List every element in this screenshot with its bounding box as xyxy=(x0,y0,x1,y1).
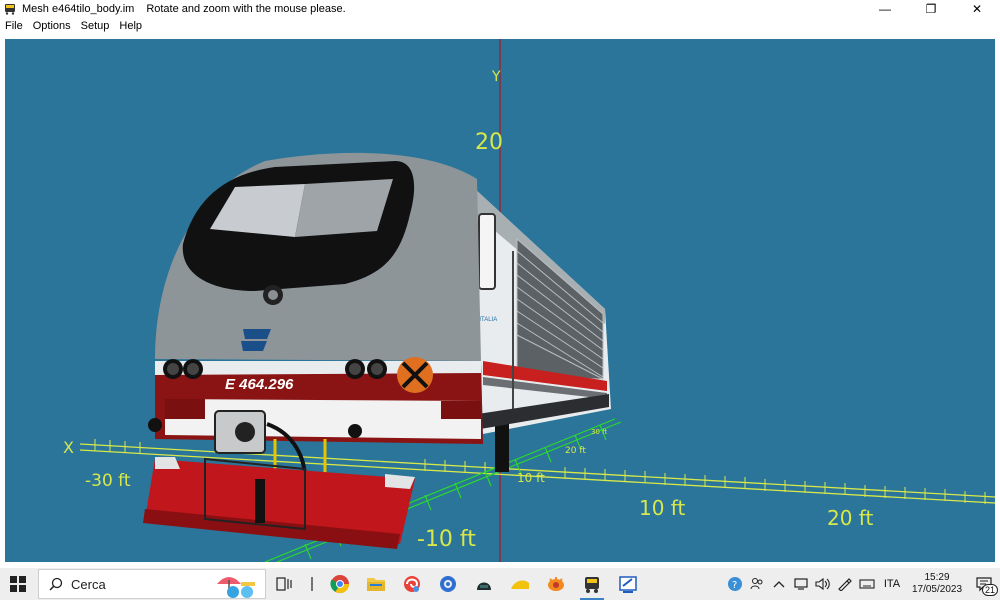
eye-icon xyxy=(548,577,564,591)
locomotive-app-icon xyxy=(5,4,15,15)
z-small-label-b: 20 ft xyxy=(565,446,586,456)
speaker-icon xyxy=(815,577,830,591)
red-app[interactable] xyxy=(394,568,430,600)
taskbar-search[interactable]: Cerca xyxy=(38,569,266,599)
menu-file[interactable]: File xyxy=(0,20,28,32)
swirl-red-icon xyxy=(404,576,420,592)
menu-options[interactable]: Options xyxy=(28,20,76,32)
menu-help[interactable]: Help xyxy=(114,20,147,32)
locomotive-model: TRENITALIA E 464.296 xyxy=(143,152,611,549)
clock-date: 17/05/2023 xyxy=(911,584,963,595)
tray-volume[interactable] xyxy=(812,568,834,600)
side-door xyxy=(478,213,496,290)
yellow-shape-icon xyxy=(511,580,529,589)
locomotive-icon xyxy=(585,577,599,593)
tray-people[interactable] xyxy=(746,568,768,600)
viewport-scene: Y 20 X -30 ft 10 ft 20 ft -10 ft 10 ft 2… xyxy=(63,39,995,562)
tray-keyboard[interactable] xyxy=(856,568,878,600)
network-icon xyxy=(794,578,808,590)
system-tray: ? ITA 15:29 17/05/2023 21 xyxy=(724,568,1000,600)
language-indicator[interactable]: ITA xyxy=(878,578,906,590)
front-lower-panel xyxy=(165,399,481,439)
tray-network[interactable] xyxy=(790,568,812,600)
blue-app[interactable] xyxy=(430,568,466,600)
dark-app[interactable] xyxy=(466,568,502,600)
z-small-label-c: 30 ft xyxy=(591,428,607,436)
y-axis-label: Y xyxy=(491,69,501,85)
side-grille xyxy=(516,237,604,380)
editor-app[interactable] xyxy=(610,568,646,600)
windows-icon xyxy=(10,576,26,592)
start-button[interactable] xyxy=(0,568,36,600)
z-small-label-a: 10 ft xyxy=(517,471,545,485)
loco-number: E 464.296 xyxy=(225,376,294,393)
helmet-icon xyxy=(477,582,491,590)
search-highlight-icon xyxy=(217,577,255,598)
menu-bar: File Options Setup Help xyxy=(0,18,1000,34)
mesh-viewer-app[interactable] xyxy=(574,568,610,600)
minimize-button[interactable]: — xyxy=(862,0,908,18)
restore-button[interactable]: ❐ xyxy=(908,0,954,18)
x-pos10-label: 10 ft xyxy=(639,496,685,520)
menu-setup[interactable]: Setup xyxy=(76,20,115,32)
taskbar: Cerca ? ITA 15:29 17/05/2023 21 xyxy=(0,568,1000,600)
pen-icon xyxy=(838,578,852,591)
keyboard-icon xyxy=(859,579,875,589)
editor-icon xyxy=(619,576,637,593)
window-title: Mesh e464tilo_body.im xyxy=(22,3,135,15)
task-view-button[interactable] xyxy=(266,568,302,600)
window-hint: Rotate and zoom with the mouse please. xyxy=(146,3,346,15)
people-icon xyxy=(750,578,763,590)
clock[interactable]: 15:29 17/05/2023 xyxy=(906,572,968,596)
folder-icon xyxy=(367,578,385,591)
x-axis-label: X xyxy=(63,438,74,457)
search-placeholder: Cerca xyxy=(71,576,106,592)
clock-time: 15:29 xyxy=(924,572,950,583)
side-bogie xyxy=(495,424,509,472)
tray-help-app[interactable]: ? xyxy=(724,568,746,600)
tray-ink[interactable] xyxy=(834,568,856,600)
pipe-icon xyxy=(311,577,313,591)
y-twenty-label: 20 xyxy=(475,130,503,155)
task-view-icon xyxy=(276,577,292,591)
chrome-app[interactable] xyxy=(322,568,358,600)
tray-expand[interactable] xyxy=(768,568,790,600)
mesh-viewport[interactable]: Y 20 X -30 ft 10 ft 20 ft -10 ft 10 ft 2… xyxy=(5,39,995,562)
chrome-icon xyxy=(330,575,349,594)
window-controls: — ❐ ✕ xyxy=(862,0,1000,18)
help-globe-icon: ? xyxy=(728,577,742,591)
taskbar-divider xyxy=(302,568,322,600)
z-neg10-label: -10 ft xyxy=(417,527,476,552)
swirl-blue-icon xyxy=(440,576,456,592)
notifications-button[interactable]: 21 xyxy=(968,568,1000,600)
yellow-app[interactable] xyxy=(502,568,538,600)
title-bar: Mesh e464tilo_body.im Rotate and zoom wi… xyxy=(0,0,1000,18)
close-button[interactable]: ✕ xyxy=(954,0,1000,18)
svg-text:?: ? xyxy=(732,580,737,591)
notification-count: 21 xyxy=(981,584,998,596)
file-explorer-app[interactable] xyxy=(358,568,394,600)
x-neg30-label: -30 ft xyxy=(85,471,131,491)
orange-app[interactable] xyxy=(538,568,574,600)
search-icon xyxy=(49,577,63,591)
x-pos20-label: 20 ft xyxy=(827,506,873,530)
chevron-up-icon xyxy=(773,581,785,588)
